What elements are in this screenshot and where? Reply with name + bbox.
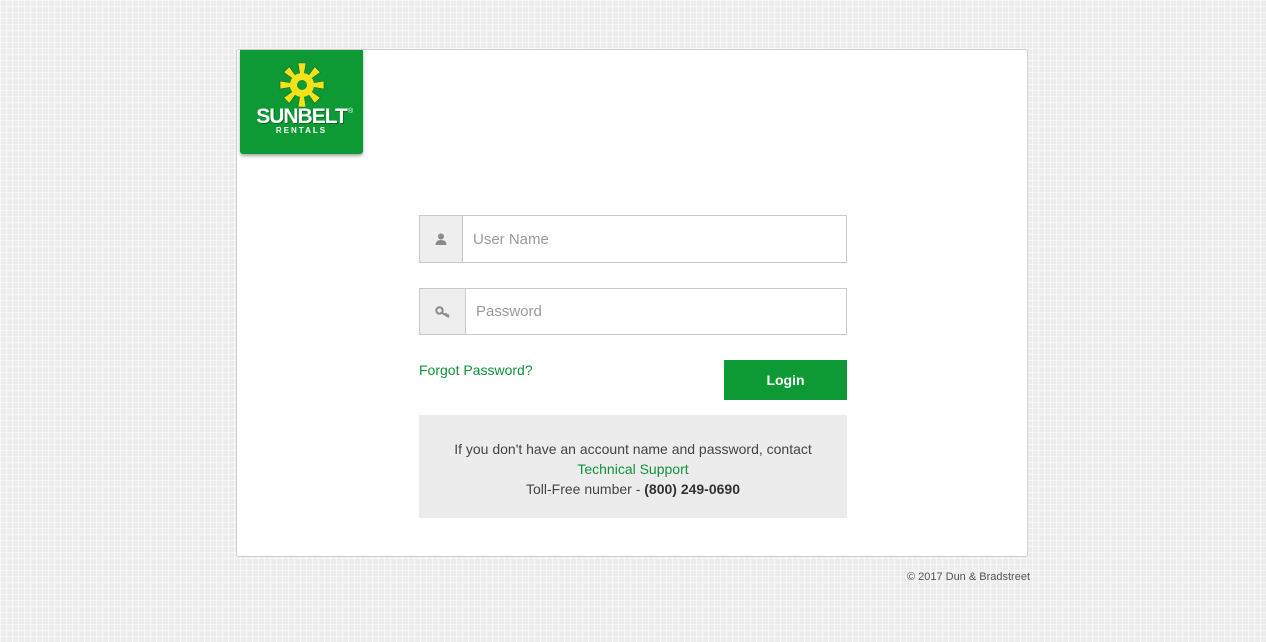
password-input[interactable] xyxy=(466,289,846,334)
sun-icon xyxy=(279,62,325,108)
password-field xyxy=(419,288,847,335)
registered-mark: ® xyxy=(348,108,354,115)
user-icon xyxy=(435,233,447,245)
contact-info-box: If you don't have an account name and pa… xyxy=(419,415,847,518)
copyright-footer: © 2017 Dun & Bradstreet xyxy=(906,571,1030,583)
password-addon xyxy=(420,289,466,334)
login-card: SUNBELT ® RENTALS Forgot Password? Login… xyxy=(236,49,1028,557)
forgot-password-link[interactable]: Forgot Password? xyxy=(419,362,533,378)
key-icon xyxy=(434,305,450,318)
username-input[interactable] xyxy=(463,216,846,262)
technical-support-link[interactable]: Technical Support xyxy=(577,461,688,477)
username-field xyxy=(419,215,847,263)
sunbelt-logo: SUNBELT ® RENTALS xyxy=(240,50,363,154)
toll-free-label: Toll-Free number - xyxy=(525,481,645,497)
username-addon xyxy=(420,216,463,262)
login-button[interactable]: Login xyxy=(724,360,847,400)
logo-subtitle: RENTALS xyxy=(275,126,328,135)
toll-free-number: (800) 249-0690 xyxy=(644,481,740,497)
toll-free-line: Toll-Free number - (800) 249-0690 xyxy=(419,479,847,499)
contact-info-text: If you don't have an account name and pa… xyxy=(454,441,812,457)
